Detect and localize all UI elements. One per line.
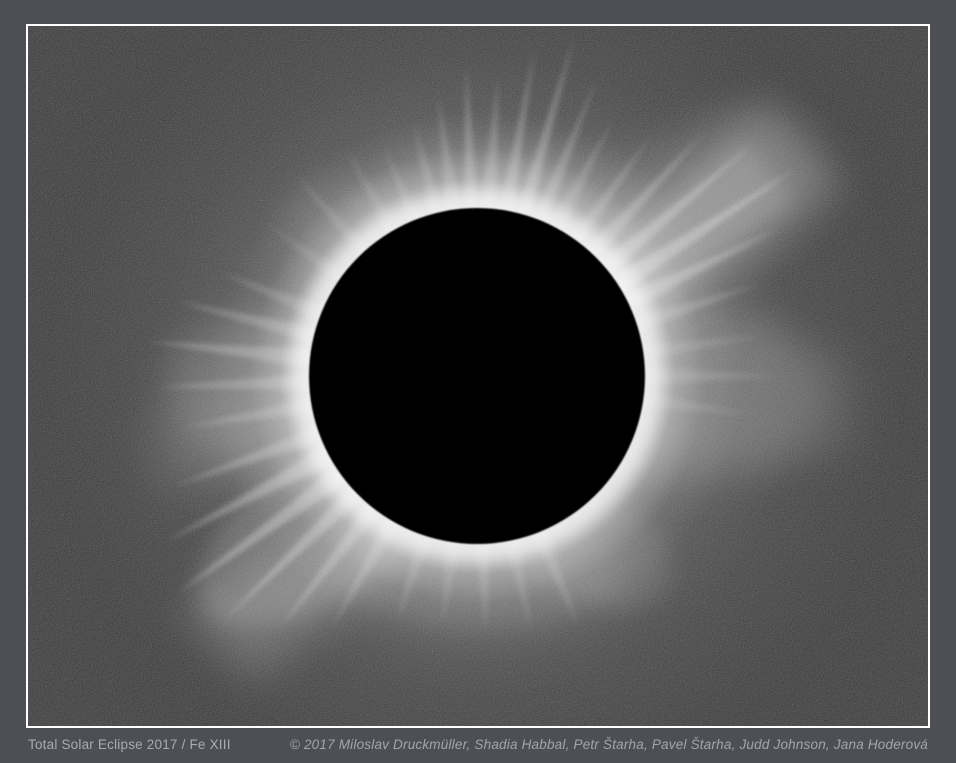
photo-title: Total Solar Eclipse 2017 / Fe XIII <box>28 737 231 752</box>
caption-bar: Total Solar Eclipse 2017 / Fe XIII © 201… <box>28 731 928 757</box>
eclipse-photo <box>28 26 928 726</box>
moon-disk <box>309 208 645 544</box>
photo-credit: © 2017 Miloslav Druckmüller, Shadia Habb… <box>290 737 928 752</box>
photo-frame <box>26 24 930 728</box>
